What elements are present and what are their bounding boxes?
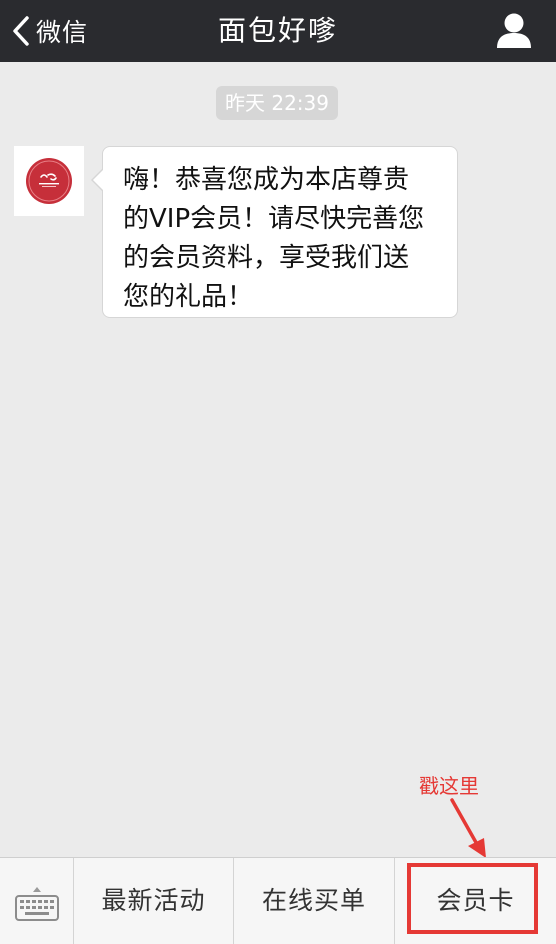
person-icon	[494, 13, 534, 54]
keyboard-icon	[0, 858, 73, 944]
message-line: 的会员资料，享受我们送	[123, 243, 410, 273]
profile-button[interactable]	[494, 12, 534, 50]
bubble-tail	[93, 170, 103, 190]
keyboard-toggle-button[interactable]	[0, 858, 74, 944]
message-bubble: 嗨！恭喜您成为本店尊贵 的VIP会员！请尽快完善您 的会员资料，享受我们送 您的…	[102, 146, 458, 318]
message-line: 的VIP会员！请尽快完善您	[123, 204, 425, 234]
menu-latest-events[interactable]: 最新活动	[74, 858, 234, 944]
message-line: 您的礼品！	[123, 282, 254, 312]
navigation-bar: 微信 面包好嗲	[0, 0, 556, 62]
bakery-logo	[26, 158, 72, 204]
message-line: 嗨！恭喜您成为本店尊贵	[123, 165, 410, 195]
account-avatar[interactable]	[14, 146, 84, 216]
page-title: 面包好嗲	[217, 14, 338, 47]
menu-online-payment[interactable]: 在线买单	[234, 858, 395, 944]
message-timestamp: 昨天 22:39	[216, 86, 338, 120]
annotation-highlight-box	[407, 863, 538, 934]
annotation-text: 戳这里	[419, 774, 479, 798]
